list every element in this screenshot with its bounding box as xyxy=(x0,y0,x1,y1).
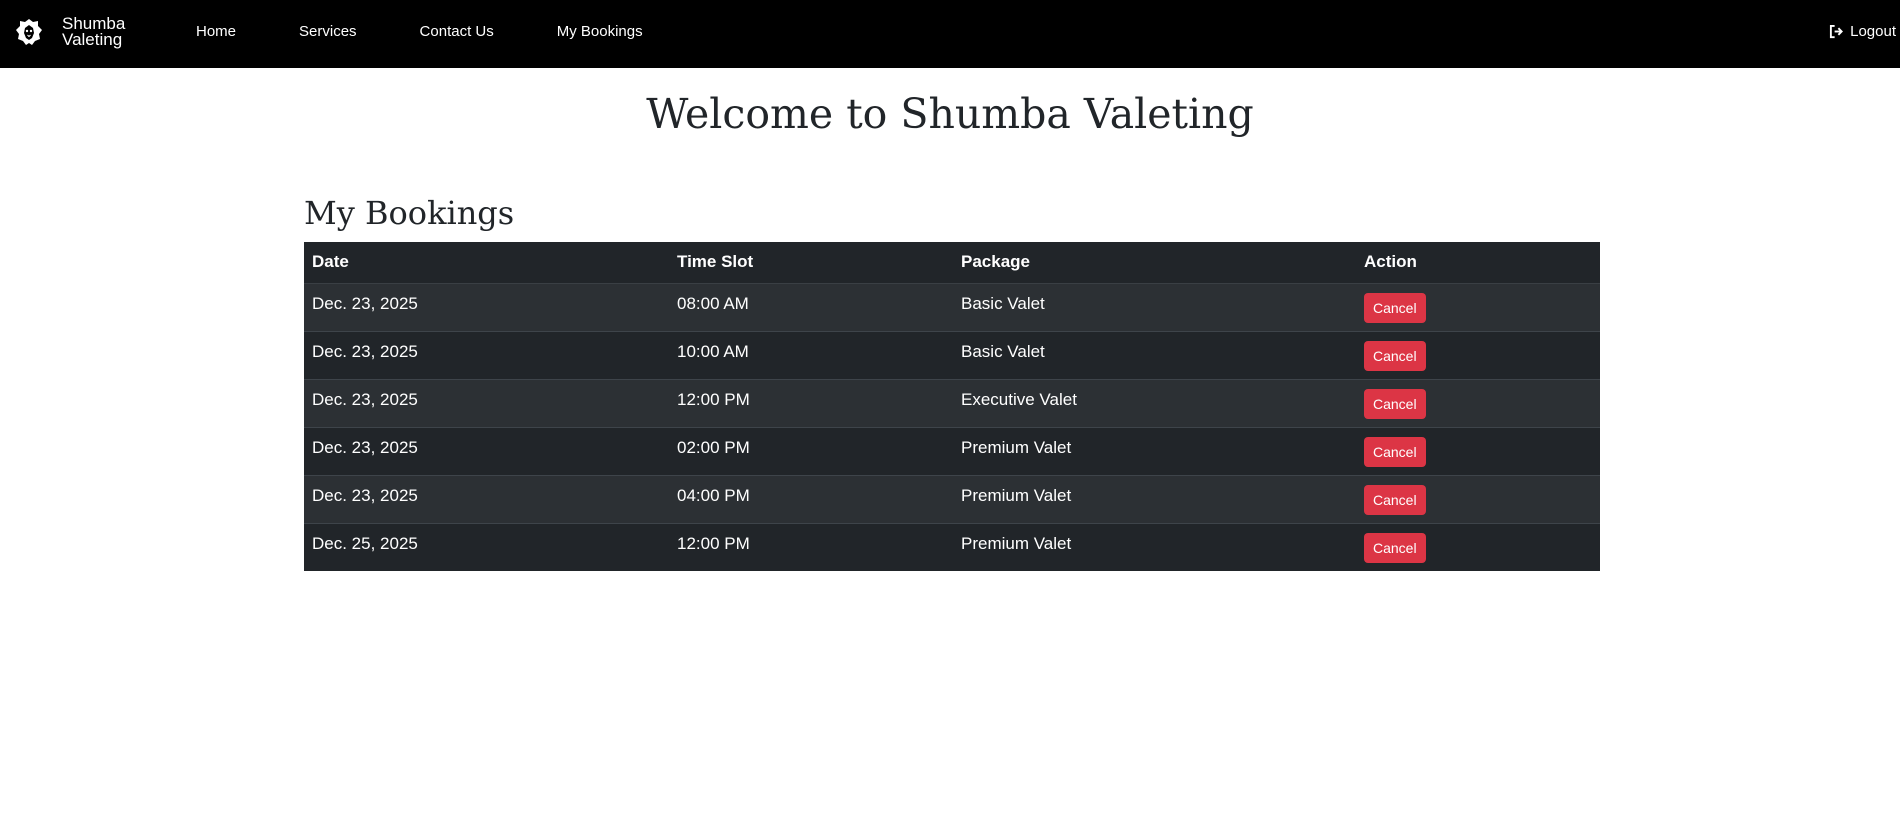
logout-link[interactable]: Logout xyxy=(1829,0,1896,62)
booking-action-cell: Cancel xyxy=(1356,379,1600,427)
column-header-action: Action xyxy=(1356,242,1600,284)
table-row: Dec. 23, 2025 08:00 AM Basic Valet Cance… xyxy=(304,283,1600,331)
booking-action-cell: Cancel xyxy=(1356,427,1600,475)
booking-action-cell: Cancel xyxy=(1356,523,1600,571)
booking-date: Dec. 23, 2025 xyxy=(312,389,418,409)
booking-time-slot: 04:00 PM xyxy=(677,485,750,505)
nav-link-services[interactable]: Services xyxy=(299,23,357,40)
cancel-booking-button[interactable]: Cancel xyxy=(1364,292,1426,323)
cancel-booking-button[interactable]: Cancel xyxy=(1364,340,1426,371)
table-header: Date Time Slot Package Action xyxy=(304,242,1600,284)
booking-date: Dec. 23, 2025 xyxy=(312,293,418,313)
brand-name-line2: Valeting xyxy=(62,30,123,49)
logout-label: Logout xyxy=(1850,22,1896,40)
table-row: Dec. 23, 2025 12:00 PM Executive Valet C… xyxy=(304,379,1600,427)
booking-package: Premium Valet xyxy=(961,533,1072,553)
column-header-package: Package xyxy=(953,242,1356,284)
booking-date: Dec. 23, 2025 xyxy=(312,341,418,361)
nav-link-home[interactable]: Home xyxy=(196,23,236,40)
booking-time-slot: 08:00 AM xyxy=(677,293,749,313)
table-row: Dec. 25, 2025 12:00 PM Premium Valet Can… xyxy=(304,523,1600,571)
section-title: My Bookings xyxy=(304,194,515,232)
cancel-booking-button[interactable]: Cancel xyxy=(1364,436,1426,467)
table-row: Dec. 23, 2025 10:00 AM Basic Valet Cance… xyxy=(304,331,1600,379)
bookings-table-container: Date Time Slot Package Action Dec. 23, 2… xyxy=(304,242,1600,571)
booking-action-cell: Cancel xyxy=(1356,475,1600,523)
table-row: Dec. 23, 2025 02:00 PM Premium Valet Can… xyxy=(304,427,1600,475)
booking-package: Executive Valet xyxy=(961,389,1077,409)
brand-name: Shumba Valeting xyxy=(62,15,132,49)
column-header-date: Date xyxy=(304,242,669,284)
nav-link-contact-us[interactable]: Contact Us xyxy=(420,23,494,40)
cancel-booking-button[interactable]: Cancel xyxy=(1364,484,1426,515)
cancel-booking-button[interactable]: Cancel xyxy=(1364,388,1426,419)
booking-date: Dec. 25, 2025 xyxy=(312,533,418,553)
top-navbar: Shumba Valeting Home Services Contact Us… xyxy=(0,0,1900,68)
bookings-table: Date Time Slot Package Action Dec. 23, 2… xyxy=(304,242,1600,571)
booking-action-cell: Cancel xyxy=(1356,331,1600,379)
column-header-time-slot: Time Slot xyxy=(669,242,953,284)
table-header-row: Date Time Slot Package Action xyxy=(304,242,1600,284)
cancel-booking-button[interactable]: Cancel xyxy=(1364,532,1426,563)
lion-icon xyxy=(16,19,42,45)
booking-package: Premium Valet xyxy=(961,437,1072,457)
booking-date: Dec. 23, 2025 xyxy=(312,437,418,457)
table-row: Dec. 23, 2025 04:00 PM Premium Valet Can… xyxy=(304,475,1600,523)
booking-action-cell: Cancel xyxy=(1356,283,1600,331)
booking-package: Basic Valet xyxy=(961,293,1045,313)
booking-time-slot: 12:00 PM xyxy=(677,533,750,553)
brand[interactable]: Shumba Valeting xyxy=(14,12,132,52)
nav-link-my-bookings[interactable]: My Bookings xyxy=(557,23,643,40)
booking-time-slot: 02:00 PM xyxy=(677,437,750,457)
page-title: Welcome to Shumba Valeting xyxy=(646,90,1254,138)
booking-time-slot: 10:00 AM xyxy=(677,341,749,361)
table-body: Dec. 23, 2025 08:00 AM Basic Valet Cance… xyxy=(304,283,1600,571)
nav-links: Home Services Contact Us My Bookings xyxy=(196,0,706,62)
booking-package: Premium Valet xyxy=(961,485,1072,505)
booking-time-slot: 12:00 PM xyxy=(677,389,750,409)
booking-package: Basic Valet xyxy=(961,341,1045,361)
booking-date: Dec. 23, 2025 xyxy=(312,485,418,505)
sign-out-icon xyxy=(1830,24,1844,38)
